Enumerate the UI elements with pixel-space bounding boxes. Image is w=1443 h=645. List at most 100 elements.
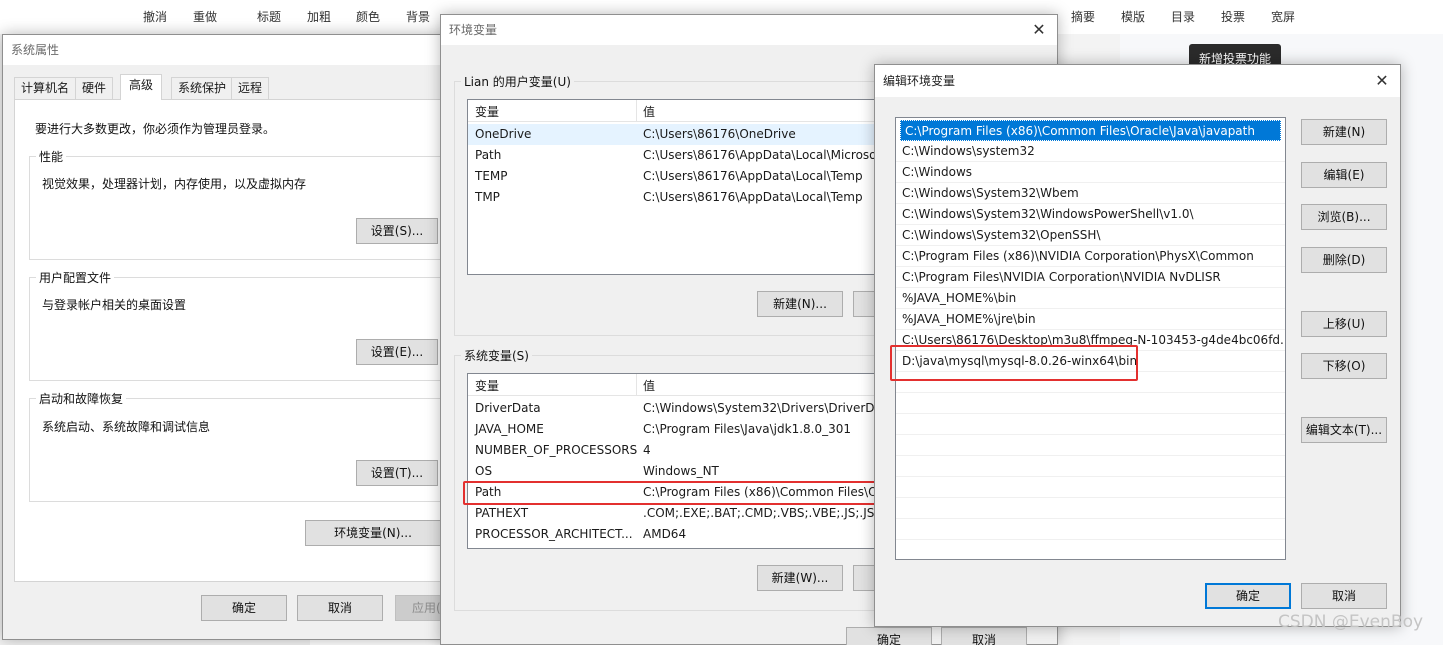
group-label: 性能 bbox=[36, 148, 67, 165]
edit-ok-button[interactable]: 确定 bbox=[1205, 583, 1291, 609]
user-profiles-settings-button[interactable]: 设置(E)... bbox=[356, 339, 438, 365]
list-item[interactable]: %JAVA_HOME%\jre\bin bbox=[896, 309, 1285, 330]
list-item[interactable] bbox=[896, 456, 1285, 477]
list-item[interactable]: C:\Windows\System32\Wbem bbox=[896, 183, 1285, 204]
toolbar-toc[interactable]: 目录 bbox=[1171, 8, 1195, 25]
system-properties-window: 系统属性 计算机名 硬件 高级 系统保护 远程 要进行大多数更改，你必须作为管理… bbox=[2, 34, 455, 640]
table-row[interactable]: NUMBER_OF_PROCESSORS 4 bbox=[468, 440, 886, 461]
table-row[interactable]: DriverData C:\Windows\System32\Drivers\Dr… bbox=[468, 398, 886, 419]
table-row[interactable]: Path C:\Users\86176\AppData\Local\Microso bbox=[468, 145, 886, 166]
var-name: PROCESSOR_ARCHITECT... bbox=[475, 527, 633, 541]
list-item[interactable] bbox=[896, 435, 1285, 456]
table-row[interactable]: TEMP C:\Users\86176\AppData\Local\Temp bbox=[468, 166, 886, 187]
list-item[interactable] bbox=[896, 540, 1285, 559]
envvars-ok-button[interactable]: 确定 bbox=[846, 627, 932, 645]
tab-system-protection[interactable]: 系统保护 bbox=[171, 77, 234, 99]
toolbar-heading[interactable]: 标题 bbox=[257, 8, 281, 25]
var-value: AMD64 bbox=[643, 527, 687, 541]
environment-variables-button[interactable]: 环境变量(N)... bbox=[305, 520, 441, 546]
toolbar-color[interactable]: 颜色 bbox=[356, 8, 380, 25]
var-value: 4 bbox=[643, 443, 651, 457]
column-variable[interactable]: 变量 bbox=[475, 377, 499, 394]
startup-recovery-settings-button[interactable]: 设置(T)... bbox=[356, 460, 438, 486]
close-icon[interactable]: ✕ bbox=[1029, 20, 1049, 40]
toolbar-vote[interactable]: 投票 bbox=[1221, 8, 1245, 25]
move-up-button[interactable]: 上移(U) bbox=[1301, 311, 1387, 337]
path-highlight-box bbox=[463, 481, 888, 505]
list-item-selected[interactable]: C:\Program Files (x86)\Common Files\Orac… bbox=[900, 120, 1281, 141]
sysprops-cancel-button[interactable]: 取消 bbox=[297, 595, 383, 621]
column-separator[interactable] bbox=[636, 100, 637, 122]
list-item[interactable]: C:\Windows\system32 bbox=[896, 141, 1285, 162]
edit-text-button[interactable]: 编辑文本(T)... bbox=[1301, 417, 1387, 443]
list-item[interactable] bbox=[896, 519, 1285, 540]
toolbar-bold[interactable]: 加粗 bbox=[307, 8, 331, 25]
tab-remote[interactable]: 远程 bbox=[231, 77, 270, 99]
list-item[interactable] bbox=[896, 498, 1285, 519]
list-item[interactable] bbox=[896, 414, 1285, 435]
column-value[interactable]: 值 bbox=[643, 103, 655, 120]
close-icon[interactable]: ✕ bbox=[1372, 71, 1392, 91]
table-row[interactable]: JAVA_HOME C:\Program Files\Java\jdk1.8.0_… bbox=[468, 419, 886, 440]
startup-recovery-desc: 系统启动、系统故障和调试信息 bbox=[42, 420, 211, 434]
var-value: C:\Program Files\Java\jdk1.8.0_301 bbox=[643, 422, 852, 436]
var-name: Path bbox=[475, 148, 502, 162]
table-row[interactable]: OS Windows_NT bbox=[468, 461, 886, 482]
advanced-tab-panel: 要进行大多数更改，你必须作为管理员登录。 性能 视觉效果，处理器计划，内存使用，… bbox=[14, 99, 444, 582]
table-row[interactable]: TMP C:\Users\86176\AppData\Local\Temp bbox=[468, 187, 886, 208]
var-value: Windows_NT bbox=[643, 464, 719, 478]
window-title: 系统属性 bbox=[3, 35, 453, 65]
performance-group: 性能 视觉效果，处理器计划，内存使用，以及虚拟内存 设置(S)... bbox=[29, 148, 443, 260]
toolbar-summary[interactable]: 摘要 bbox=[1071, 8, 1095, 25]
list-item[interactable]: C:\Program Files\NVIDIA Corporation\NVID… bbox=[896, 267, 1285, 288]
list-item[interactable]: C:\Windows\System32\OpenSSH\ bbox=[896, 225, 1285, 246]
list-item[interactable]: C:\Program Files (x86)\NVIDIA Corporatio… bbox=[896, 246, 1285, 267]
group-label: Lian 的用户变量(U) bbox=[461, 73, 574, 90]
table-row[interactable]: PROCESSOR_ARCHITECT... AMD64 bbox=[468, 524, 886, 545]
sysprops-ok-button[interactable]: 确定 bbox=[201, 595, 287, 621]
table-row[interactable]: PATHEXT .COM;.EXE;.BAT;.CMD;.VBS;.VBE;.JS… bbox=[468, 503, 886, 524]
var-value: C:\Users\86176\OneDrive bbox=[643, 127, 796, 141]
browse-button[interactable]: 浏览(B)... bbox=[1301, 204, 1387, 230]
toolbar-widescreen[interactable]: 宽屏 bbox=[1271, 8, 1295, 25]
toolbar-background[interactable]: 背景 bbox=[406, 8, 430, 25]
table-row[interactable]: OneDrive C:\Users\86176\OneDrive bbox=[468, 124, 886, 145]
performance-settings-button[interactable]: 设置(S)... bbox=[356, 218, 438, 244]
tab-advanced[interactable]: 高级 bbox=[120, 74, 163, 100]
list-item[interactable]: C:\Windows bbox=[896, 162, 1285, 183]
column-value[interactable]: 值 bbox=[643, 377, 655, 394]
edit-cancel-button[interactable]: 取消 bbox=[1301, 583, 1387, 609]
move-down-button[interactable]: 下移(O) bbox=[1301, 353, 1387, 379]
list-item[interactable] bbox=[896, 477, 1285, 498]
toolbar-template[interactable]: 模版 bbox=[1121, 8, 1145, 25]
list-item[interactable] bbox=[896, 393, 1285, 414]
var-name: TMP bbox=[475, 190, 500, 204]
user-profiles-group: 用户配置文件 与登录帐户相关的桌面设置 设置(E)... bbox=[29, 269, 443, 381]
var-value: C:\Users\86176\AppData\Local\Temp bbox=[643, 190, 863, 204]
toolbar-redo[interactable]: 重做 bbox=[193, 8, 217, 25]
delete-button[interactable]: 删除(D) bbox=[1301, 247, 1387, 273]
column-separator[interactable] bbox=[636, 374, 637, 396]
tab-hardware[interactable]: 硬件 bbox=[75, 77, 114, 99]
mysql-highlight-box bbox=[890, 345, 1138, 381]
column-variable[interactable]: 变量 bbox=[475, 103, 499, 120]
new-button[interactable]: 新建(N) bbox=[1301, 119, 1387, 145]
list-header: 变量 值 bbox=[468, 374, 886, 396]
var-value: C:\Users\86176\AppData\Local\Microso bbox=[643, 148, 877, 162]
envvars-cancel-button[interactable]: 取消 bbox=[941, 627, 1027, 645]
path-entries-list[interactable]: C:\Program Files (x86)\Common Files\Orac… bbox=[895, 117, 1286, 560]
var-value: .COM;.EXE;.BAT;.CMD;.VBS;.VBE;.JS;.JSE;. bbox=[643, 506, 887, 520]
user-new-button[interactable]: 新建(N)... bbox=[757, 291, 843, 317]
list-item[interactable]: %JAVA_HOME%\bin bbox=[896, 288, 1285, 309]
edit-button[interactable]: 编辑(E) bbox=[1301, 162, 1387, 188]
user-variables-list[interactable]: 变量 值 OneDrive C:\Users\86176\OneDrive Pat… bbox=[467, 99, 887, 275]
edit-environment-variable-window: 编辑环境变量 ✕ C:\Program Files (x86)\Common F… bbox=[874, 64, 1401, 627]
system-new-button[interactable]: 新建(W)... bbox=[757, 565, 843, 591]
window-title: 环境变量 bbox=[441, 15, 1057, 45]
list-item[interactable]: C:\Windows\System32\WindowsPowerShell\v1… bbox=[896, 204, 1285, 225]
user-profiles-desc: 与登录帐户相关的桌面设置 bbox=[42, 298, 187, 312]
toolbar-undo[interactable]: 撤消 bbox=[143, 8, 167, 25]
group-label: 用户配置文件 bbox=[36, 269, 115, 286]
system-variables-list[interactable]: 变量 值 DriverData C:\Windows\System32\Drive… bbox=[467, 373, 887, 549]
tab-computer-name[interactable]: 计算机名 bbox=[14, 77, 77, 99]
